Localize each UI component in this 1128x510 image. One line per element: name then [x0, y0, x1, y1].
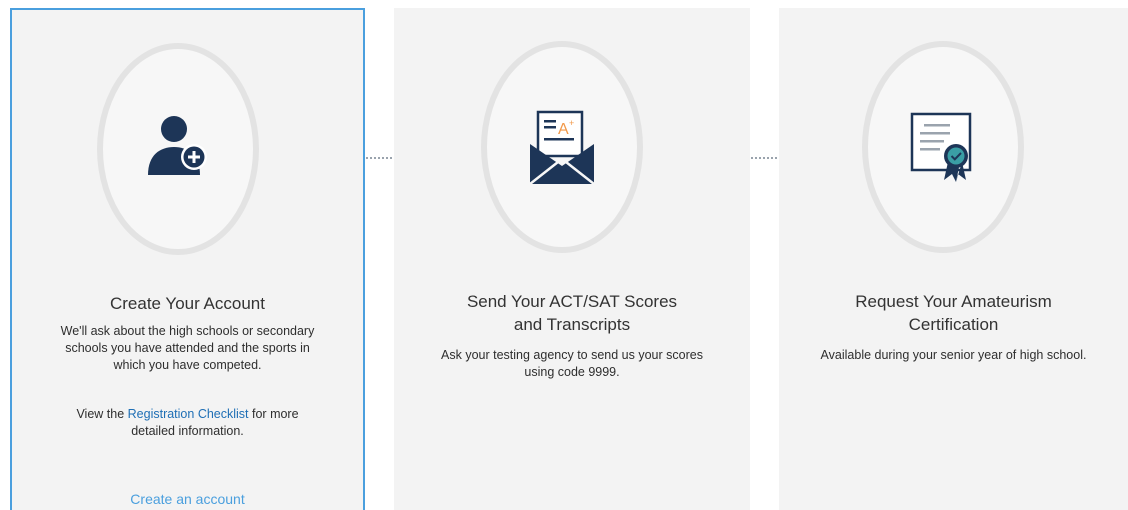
certificate-icon: [910, 112, 972, 182]
step-title: Send Your ACT/SAT Scores and Transcripts: [466, 292, 678, 334]
user-add-icon: [148, 116, 207, 175]
step-description: We'll ask about the high schools or seco…: [60, 324, 315, 372]
envelope-scores-icon: A +: [529, 110, 595, 185]
svg-text:A: A: [558, 121, 569, 138]
step-title: Create Your Account: [109, 294, 265, 313]
step-title: Request Your Amateurism Certification: [855, 292, 1052, 334]
step-card-send-scores[interactable]: A + Send Your ACT/SAT Scores and Transcr…: [394, 8, 750, 510]
svg-text:+: +: [569, 118, 574, 128]
step-icon-circle: [862, 41, 1024, 253]
step-icon-circle: [97, 43, 259, 255]
step-description: Available during your senior year of hig…: [820, 348, 1087, 362]
create-account-link[interactable]: Create an account: [12, 491, 363, 507]
step-icon-circle: A +: [481, 41, 643, 253]
registration-checklist-link[interactable]: Registration Checklist: [128, 407, 249, 421]
step-description: Ask your testing agency to send us your …: [441, 348, 703, 379]
step-card-amateurism[interactable]: Request Your Amateurism Certification Av…: [779, 8, 1128, 510]
step-extra-info: View the Registration Checklist for more…: [76, 407, 299, 438]
step-card-create-account[interactable]: Create Your Account We'll ask about the …: [10, 8, 365, 510]
